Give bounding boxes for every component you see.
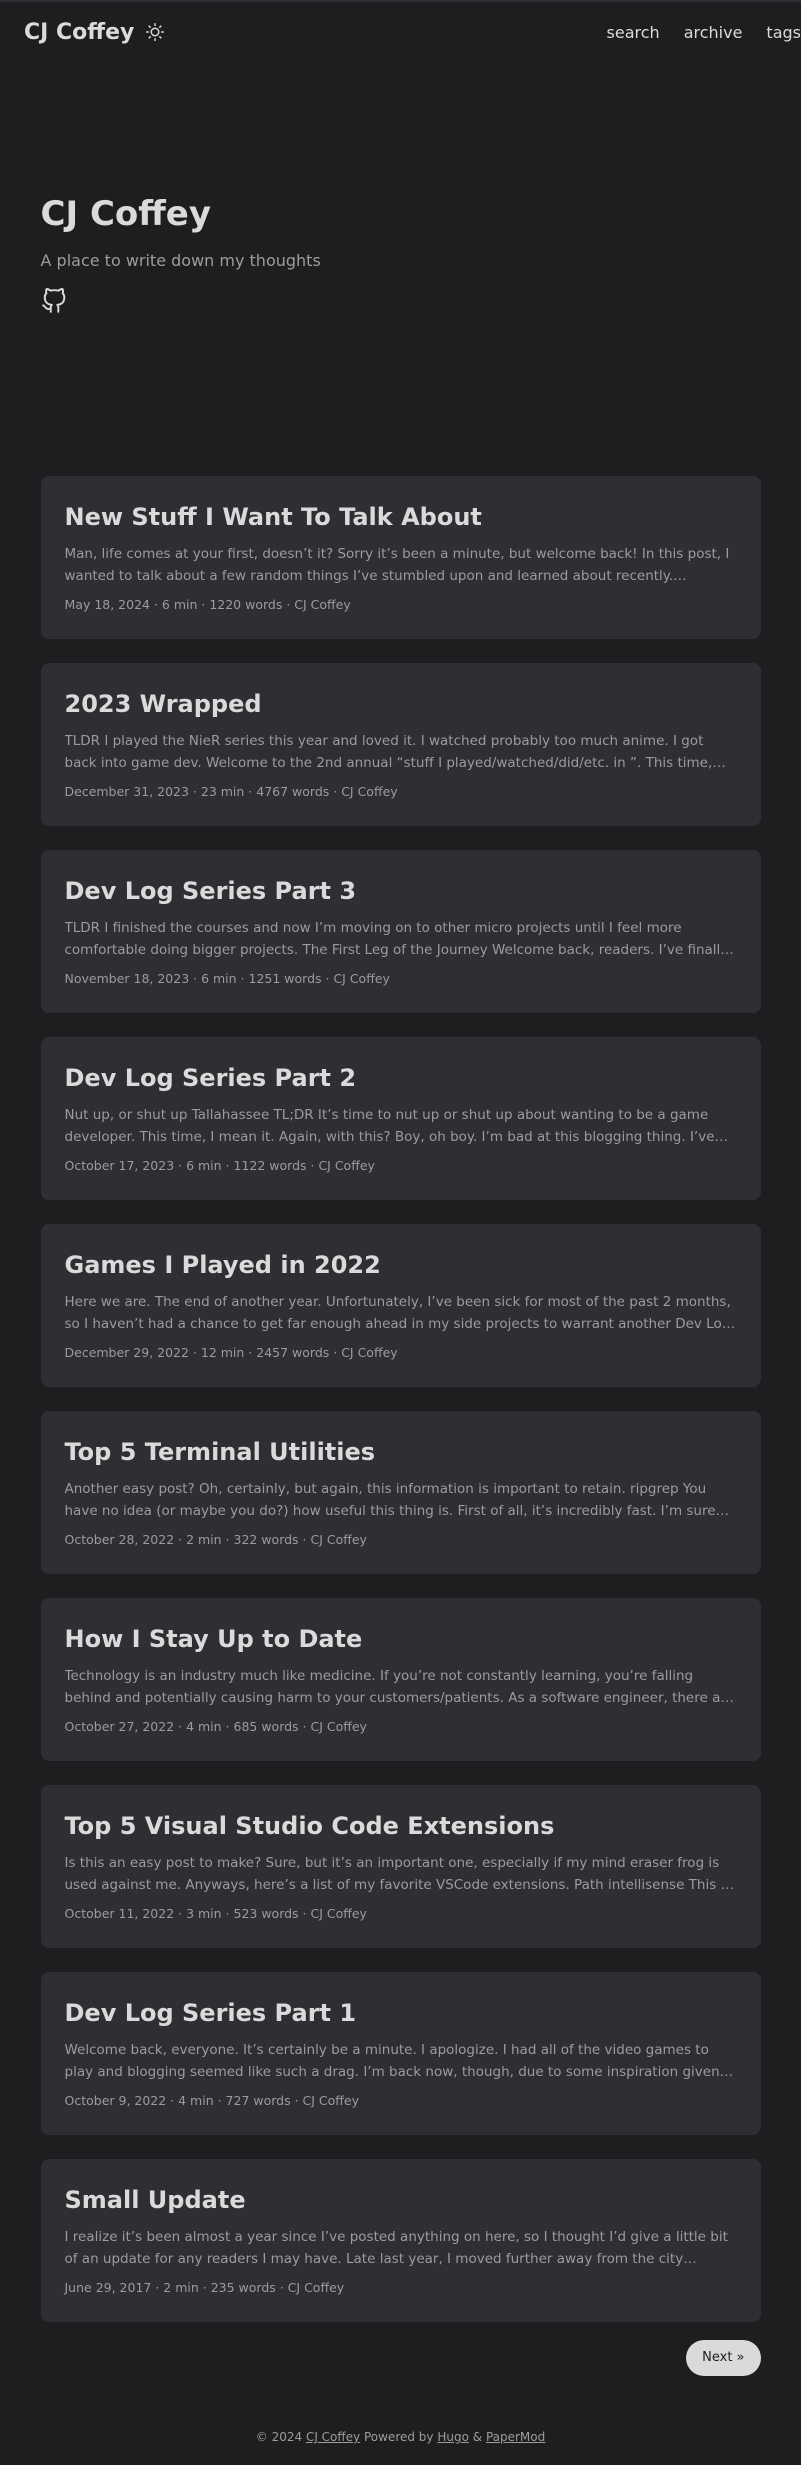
github-icon — [41, 287, 65, 313]
site-header: CJ Coffey search archive tags — [0, 2, 801, 62]
post-meta: October 27, 2022 · 4 min · 685 words · C… — [64, 1719, 367, 1735]
post-entry[interactable]: New Stuff I Want To Talk About Man, life… — [40, 476, 761, 639]
post-entry[interactable]: Top 5 Visual Studio Code Extensions Is t… — [40, 1785, 761, 1948]
menu-item-archive[interactable]: archive — [684, 23, 743, 42]
post-meta: October 11, 2022 · 3 min · 523 words · C… — [64, 1906, 367, 1922]
post-entry[interactable]: Dev Log Series Part 2 Nut up, or shut up… — [40, 1037, 761, 1200]
post-summary: Man, life comes at your first, doesn’t i… — [64, 546, 730, 585]
github-link[interactable] — [41, 287, 69, 316]
post-entry[interactable]: Top 5 Terminal Utilities Another easy po… — [40, 1411, 761, 1574]
site-logo[interactable]: CJ Coffey — [24, 20, 134, 45]
post-entry[interactable]: Small Update I realize it’s been almost … — [40, 2159, 761, 2322]
post-title: How I Stay Up to Date — [64, 1625, 363, 1653]
post-meta: May 18, 2024 · 6 min · 1220 words · CJ C… — [64, 597, 351, 613]
post-title: 2023 Wrapped — [64, 690, 262, 718]
menu-item-search[interactable]: search — [607, 23, 660, 42]
post-summary: Welcome back, everyone. It’s certainly b… — [64, 2042, 720, 2081]
footer-ampersand: & — [468, 2430, 486, 2444]
post-summary: TLDR I finished the courses and now I’m … — [64, 920, 729, 959]
post-summary: Here we are. The end of another year. Un… — [64, 1294, 735, 1333]
footer-author-link[interactable]: CJ Coffey — [306, 2430, 360, 2444]
footer-hugo-link[interactable]: Hugo — [437, 2430, 469, 2444]
post-summary: I realize it’s been almost a year since … — [64, 2229, 728, 2268]
home-subtitle: A place to write down my thoughts — [40, 250, 321, 270]
post-entry[interactable]: 2023 Wrapped TLDR I played the NieR seri… — [40, 663, 761, 826]
post-meta: October 9, 2022 · 4 min · 727 words · CJ… — [64, 2093, 360, 2109]
post-title: New Stuff I Want To Talk About — [64, 503, 482, 531]
post-title: Top 5 Visual Studio Code Extensions — [64, 1812, 555, 1840]
post-entry[interactable]: How I Stay Up to Date Technology is an i… — [40, 1598, 761, 1761]
post-meta: June 29, 2017 · 2 min · 235 words · CJ C… — [64, 2280, 345, 2296]
post-meta: December 31, 2023 · 23 min · 4767 words … — [64, 784, 398, 800]
post-summary: Another easy post? Oh, certainly, but ag… — [64, 1481, 716, 1520]
pagination: Next » — [41, 2340, 761, 2376]
post-summary: Nut up, or shut up Tallahassee TL;DR It’… — [64, 1107, 715, 1146]
next-page-button[interactable]: Next » — [686, 2340, 761, 2376]
post-title: Top 5 Terminal Utilities — [64, 1438, 376, 1466]
main-menu: search archive tags — [607, 23, 801, 42]
post-summary: Technology is an industry much like medi… — [64, 1668, 734, 1707]
post-meta: November 18, 2023 · 6 min · 1251 words ·… — [64, 971, 390, 987]
post-entry[interactable]: Games I Played in 2022 Here we are. The … — [40, 1224, 761, 1387]
logo-switches: CJ Coffey — [24, 20, 165, 45]
post-title: Small Update — [64, 2186, 246, 2214]
footer-copyright: © 2024 — [255, 2430, 306, 2444]
footer-powered-by: Powered by — [360, 2430, 438, 2444]
post-summary: TLDR I played the NieR series this year … — [64, 733, 713, 772]
main-content: CJ Coffey A place to write down my thoug… — [40, 194, 761, 2376]
home-info: CJ Coffey A place to write down my thoug… — [41, 194, 761, 476]
post-title: Games I Played in 2022 — [64, 1251, 381, 1279]
post-meta: October 17, 2023 · 6 min · 1122 words · … — [64, 1158, 375, 1174]
post-title: Dev Log Series Part 3 — [64, 877, 357, 905]
menu-item-tags[interactable]: tags — [766, 23, 801, 42]
post-entry[interactable]: Dev Log Series Part 1 Welcome back, ever… — [40, 1972, 761, 2135]
site-footer: © 2024 CJ Coffey Powered by Hugo & Paper… — [0, 2430, 801, 2444]
post-summary: Is this an easy post to make? Sure, but … — [64, 1855, 732, 1894]
post-meta: December 29, 2022 · 12 min · 2457 words … — [64, 1345, 398, 1361]
post-title: Dev Log Series Part 1 — [64, 1999, 357, 2027]
footer-papermod-link[interactable]: PaperMod — [486, 2430, 545, 2444]
theme-toggle-button[interactable] — [146, 23, 165, 41]
post-title: Dev Log Series Part 2 — [64, 1064, 357, 1092]
post-entry[interactable]: Dev Log Series Part 3 TLDR I finished th… — [40, 850, 761, 1013]
home-title: CJ Coffey — [40, 194, 212, 234]
sun-icon — [146, 23, 165, 41]
post-meta: October 28, 2022 · 2 min · 322 words · C… — [64, 1532, 367, 1548]
